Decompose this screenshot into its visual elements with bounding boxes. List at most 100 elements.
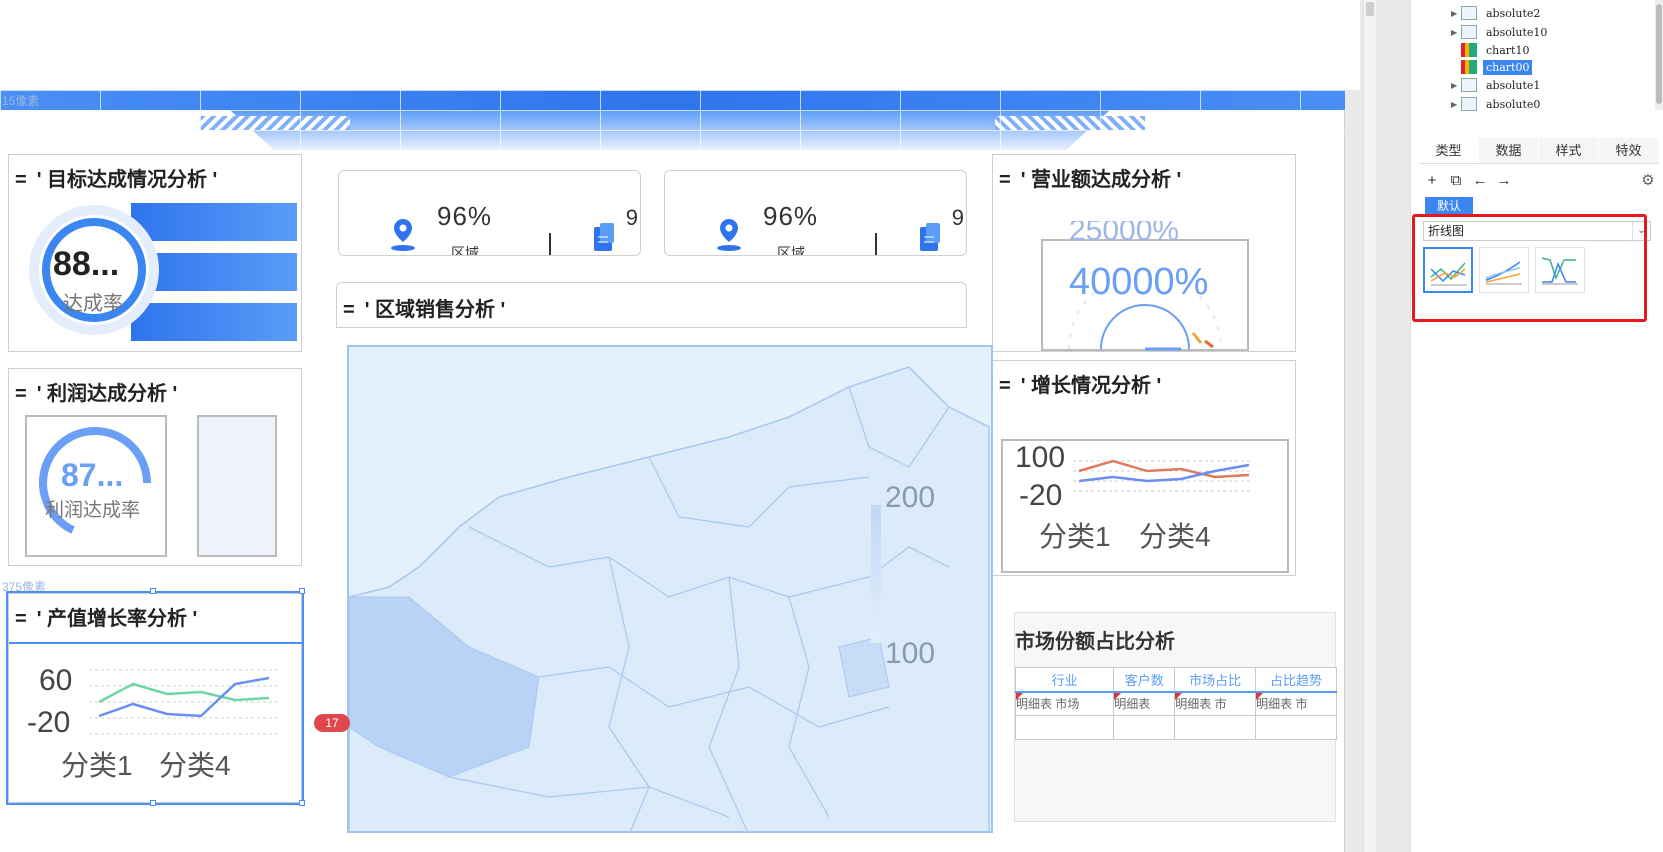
- tab-type[interactable]: 类型: [1419, 138, 1479, 163]
- banner-grid: [0, 90, 1345, 150]
- market-cell[interactable]: [1174, 715, 1257, 740]
- tab-style[interactable]: 样式: [1539, 138, 1599, 163]
- expand-icon[interactable]: ▶: [1451, 28, 1461, 37]
- market-cell[interactable]: 明细表 市: [1174, 691, 1257, 716]
- resize-handle-bottom[interactable]: [150, 800, 156, 806]
- kpi-card-2[interactable]: 96% 区域 9: [664, 170, 967, 256]
- chart-icon: [1461, 43, 1477, 57]
- expand-icon[interactable]: ▶: [1451, 100, 1461, 109]
- market-cell[interactable]: [1255, 715, 1337, 740]
- table-row[interactable]: 明细表 市场 明细表 明细表 市 明细表 市: [1014, 691, 1337, 716]
- market-header-trend[interactable]: 占比趋势: [1255, 667, 1337, 693]
- kpi-tail-2: 9: [951, 205, 964, 230]
- property-tabs: 类型 数据 样式 特效: [1419, 138, 1659, 164]
- document-icon: [920, 223, 940, 251]
- kpi-value-2: 96%: [763, 201, 819, 231]
- canvas-vertical-scrollbar[interactable]: [1363, 0, 1376, 852]
- tree-item-chart00[interactable]: chart00: [1451, 58, 1533, 76]
- kpi-divider-1: [549, 233, 551, 255]
- kpi-label-1: 区域: [451, 245, 479, 256]
- copy-icon[interactable]: ⧉: [1447, 172, 1465, 190]
- tab-data[interactable]: 数据: [1479, 138, 1539, 163]
- target-ring-label: 达成率: [63, 293, 123, 315]
- growth-y-bottom: -20: [1019, 479, 1063, 512]
- revenue-gauge-arc: [1068, 293, 1222, 351]
- target-panel[interactable]: = ' 目标达成情况分析 ' 88... 达成率: [8, 154, 302, 352]
- growth-chart[interactable]: 100 -20 分类1 分类4: [1001, 439, 1289, 573]
- market-cell[interactable]: [1014, 715, 1115, 740]
- property-pane[interactable]: ▶ absolute2 ▶ absolute10 chart10 chart00 ▶…: [1410, 0, 1663, 852]
- output-series-green: [98, 682, 270, 704]
- profit-panel[interactable]: = ' 利润达成分析 ' 87... 利润达成率: [8, 368, 302, 566]
- output-y-bottom: -20: [27, 706, 71, 739]
- tree-item-chart10[interactable]: chart10: [1451, 41, 1532, 59]
- kpi-tail-1: 9: [625, 205, 638, 230]
- growth-series-blue: [1078, 463, 1250, 483]
- chart-toolbar: + ⧉ ← →: [1423, 172, 1513, 190]
- growth-cat-2: 分类4: [1139, 521, 1211, 552]
- target-ring-value: 88...: [53, 245, 120, 283]
- output-panel[interactable]: = ' 产值增长率分析 ' 60 -20 分类1 分类4: [6, 591, 304, 805]
- tree-scrollbar[interactable]: [1655, 0, 1663, 110]
- tree-item-absolute10[interactable]: ▶ absolute10: [1451, 23, 1550, 41]
- output-cat-2: 分类4: [159, 750, 231, 781]
- default-subtab[interactable]: 默认: [1425, 197, 1474, 215]
- market-title: 市场份额占比分析: [1015, 631, 1175, 653]
- market-cell[interactable]: [1113, 715, 1176, 740]
- canvas-top-area: [0, 0, 1360, 90]
- kpi-value-1: 96%: [437, 201, 493, 231]
- expand-icon[interactable]: ▶: [1451, 9, 1461, 18]
- container-icon: [1461, 25, 1477, 39]
- profit-panel-title: = ' 利润达成分析 ': [15, 383, 178, 405]
- region-panel-header[interactable]: = ' 区域销售分析 ': [336, 282, 967, 328]
- profit-ring-label: 利润达成率: [45, 500, 141, 521]
- map-legend-bar: [871, 505, 881, 643]
- tree-item-absolute0[interactable]: ▶ absolute0: [1451, 95, 1543, 113]
- arrow-left-icon[interactable]: ←: [1471, 172, 1489, 190]
- output-cat-1: 分类1: [61, 750, 133, 781]
- market-cell[interactable]: 明细表 市场: [1014, 691, 1115, 716]
- add-icon[interactable]: +: [1423, 172, 1441, 190]
- tree-scrollbar-thumb[interactable]: [1656, 4, 1662, 104]
- expand-icon[interactable]: ▶: [1451, 81, 1461, 90]
- arrow-right-icon[interactable]: →: [1495, 172, 1513, 190]
- profit-side-block: [197, 415, 277, 557]
- revenue-panel[interactable]: = ' 营业额达成分析 ' 25000% 40000%: [992, 154, 1296, 352]
- pixel-label-top: 15像素: [2, 94, 40, 108]
- kpi-card-1[interactable]: 96% 区域 9: [338, 170, 641, 256]
- market-cell[interactable]: 明细表: [1113, 691, 1176, 716]
- market-header-customers[interactable]: 客户数: [1113, 667, 1176, 693]
- map-legend-top: 200: [885, 481, 936, 514]
- market-cell[interactable]: 明细表 市: [1255, 691, 1337, 716]
- tree-item-absolute2[interactable]: ▶ absolute2: [1451, 4, 1543, 22]
- market-header-share[interactable]: 市场占比: [1174, 667, 1257, 693]
- resize-handle-bottom-right[interactable]: [299, 800, 305, 806]
- market-table[interactable]: 行业 客户数 市场占比 占比趋势 明细表 市场 明细表 明细表 市 明细表 市: [1014, 667, 1337, 740]
- page-badge[interactable]: 17: [314, 714, 350, 732]
- tree-item-absolute1[interactable]: ▶ absolute1: [1451, 76, 1543, 94]
- china-map-svg: [349, 366, 990, 831]
- tab-effects[interactable]: 特效: [1599, 138, 1659, 163]
- output-chart[interactable]: 60 -20 分类1 分类4: [9, 642, 303, 804]
- chart-icon: [1461, 60, 1477, 74]
- container-icon: [1461, 78, 1477, 92]
- revenue-panel-title: = ' 营业额达成分析 ': [999, 169, 1182, 191]
- scrollbar-thumb[interactable]: [1366, 2, 1374, 16]
- design-canvas[interactable]: 15像素 = ' 目标达成情况分析 ' 88... 达成率 = ' 利润达成分析 '…: [0, 0, 1410, 852]
- table-row[interactable]: [1014, 715, 1337, 740]
- region-map[interactable]: 200 100: [347, 345, 993, 833]
- revenue-value-ghost: 25000%: [1069, 221, 1180, 245]
- kpi-label-2: 区域: [777, 245, 805, 256]
- market-header-industry[interactable]: 行业: [1014, 667, 1115, 693]
- gear-icon[interactable]: ⚙: [1639, 172, 1657, 190]
- market-share-panel[interactable]: 市场份额占比分析 行业 客户数 市场占比 占比趋势 明细表 市场 明细表 明细表…: [1014, 612, 1337, 822]
- resize-handle-top[interactable]: [150, 588, 156, 594]
- highlight-box: [1412, 214, 1647, 322]
- container-icon: [1461, 6, 1477, 20]
- location-pin-icon: [391, 219, 415, 251]
- resize-handle-top-right[interactable]: [299, 588, 305, 594]
- growth-panel[interactable]: = ' 增长情况分析 ' 100 -20 分类1 分类4: [992, 360, 1296, 576]
- region-panel-title: = ' 区域销售分析 ': [343, 299, 506, 321]
- location-pin-icon: [717, 219, 741, 251]
- header-banner: 15像素: [0, 90, 1345, 150]
